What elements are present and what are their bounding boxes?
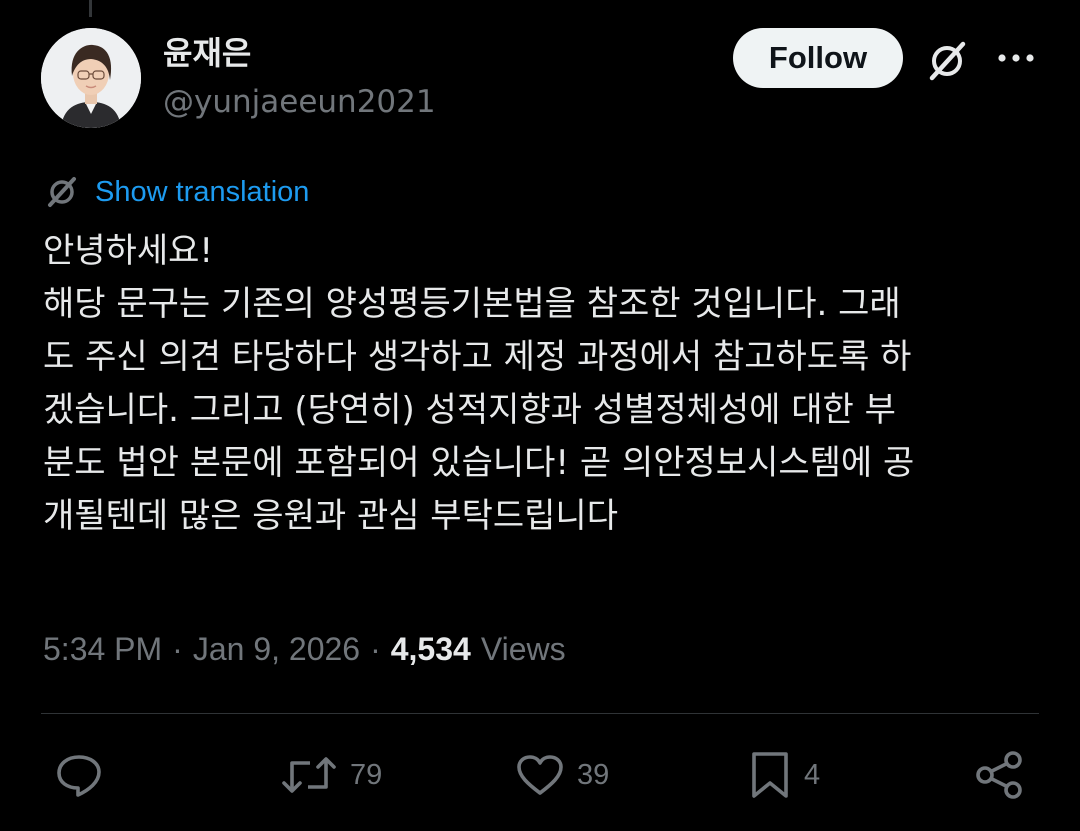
views-count: 4,534 <box>390 630 471 667</box>
reply-button[interactable] <box>54 748 104 802</box>
tweet-text-line: 겠습니다. 그리고 (당연히) 성적지향과 성별정체성에 대한 부 <box>43 390 896 430</box>
meta-separator: · <box>172 630 183 667</box>
share-button[interactable] <box>974 748 1026 802</box>
tweet-text-line: 안녕하세요! <box>43 231 214 271</box>
tweet-text-line: 도 주신 의견 타당하다 생각하고 제정 과정에서 참고하도록 하 <box>43 337 912 377</box>
thread-connector-line <box>89 0 92 17</box>
more-icon <box>998 54 1034 62</box>
views-label: Views <box>480 630 566 667</box>
repost-button[interactable]: 79 <box>280 748 382 802</box>
tweet-text-line: 해당 문구는 기존의 양성평등기본법을 참조한 것입니다. 그래 <box>43 284 901 324</box>
tweet-text: 안녕하세요! 해당 문구는 기존의 양성평등기본법을 참조한 것입니다. 그래 … <box>43 225 1033 543</box>
like-button[interactable]: 39 <box>515 748 609 802</box>
grok-icon <box>929 41 966 81</box>
meta-separator: · <box>370 630 381 667</box>
divider <box>41 713 1039 714</box>
more-options-button[interactable] <box>994 36 1038 80</box>
share-icon <box>974 750 1026 800</box>
grok-button[interactable] <box>922 36 972 86</box>
avatar-portrait <box>41 28 141 128</box>
bookmark-icon <box>748 750 792 800</box>
repost-icon <box>280 753 338 797</box>
repost-count: 79 <box>350 758 383 791</box>
bookmark-button[interactable]: 4 <box>748 748 820 802</box>
bookmark-count: 4 <box>804 758 821 791</box>
tweet-date[interactable]: Jan 9, 2026 <box>193 631 360 668</box>
tweet-time[interactable]: 5:34 PM <box>43 631 162 668</box>
grok-translate-icon <box>44 174 80 210</box>
avatar[interactable] <box>41 28 141 128</box>
tweet-text-line: 개될텐데 많은 응원과 관심 부탁드립니다 <box>43 496 618 536</box>
show-translation-row[interactable]: Show translation <box>44 170 309 214</box>
author-handle[interactable]: @yunjaeeun2021 <box>163 82 436 122</box>
show-translation-link[interactable]: Show translation <box>95 176 309 209</box>
follow-button[interactable]: Follow <box>733 28 903 88</box>
author-display-name[interactable]: 윤재은 <box>163 33 251 73</box>
like-count: 39 <box>577 758 610 791</box>
tweet-meta: 5:34 PM · Jan 9, 2026 · 4,534 Views <box>43 627 566 671</box>
tweet-text-line: 분도 법안 본문에 포함되어 있습니다! 곧 의안정보시스템에 공 <box>43 443 915 483</box>
reply-icon <box>54 752 104 798</box>
heart-icon <box>515 753 565 797</box>
